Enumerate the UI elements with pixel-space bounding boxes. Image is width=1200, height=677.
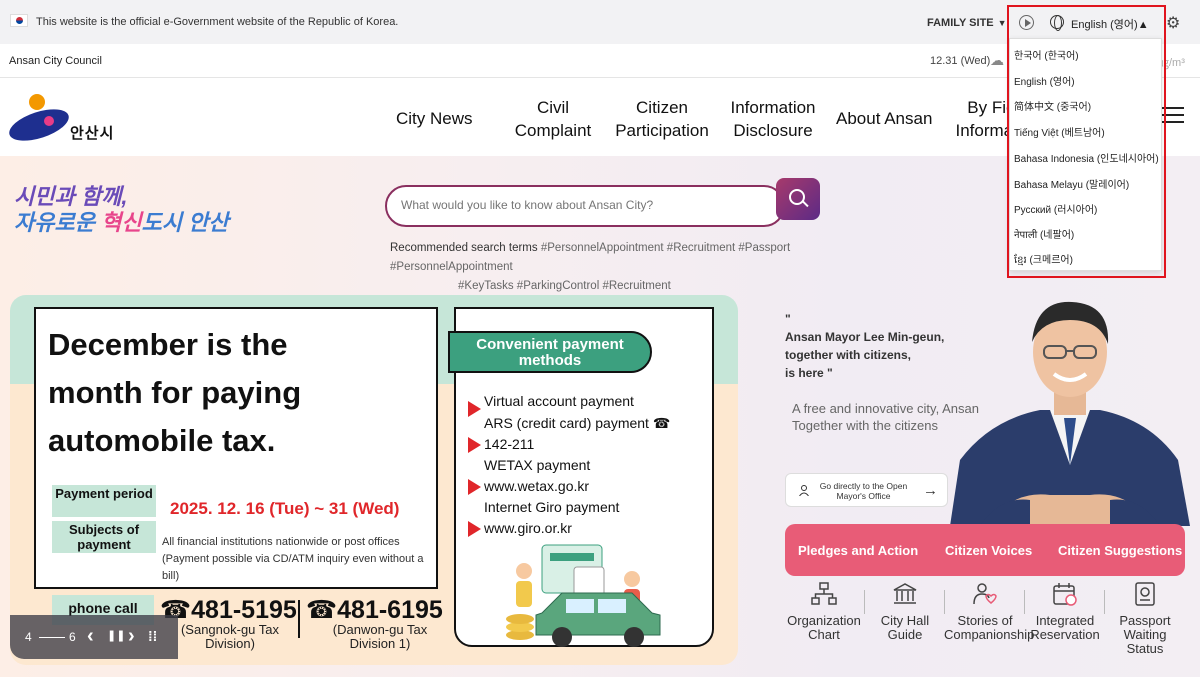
play-icon[interactable] — [1019, 15, 1034, 30]
grid-icon[interactable]: ⁞⁞ — [148, 628, 157, 644]
banner-slider-controls: 4 6 ‹ ❚❚ › ⁞⁞ — [10, 615, 178, 659]
arrow-right-icon: → — [923, 482, 938, 499]
method-item: Virtual account payment — [484, 393, 634, 409]
recommended-label: Recommended search terms — [390, 242, 538, 254]
language-option-korean[interactable]: 한국어 (한국어) — [1014, 47, 1079, 62]
search-button[interactable] — [776, 178, 820, 220]
companionship-icon — [973, 583, 997, 605]
quick-integrated-reservation[interactable]: Integrated Reservation — [1024, 582, 1106, 642]
main-banner[interactable]: December is the month for paying automob… — [10, 295, 738, 665]
org-chart-icon — [811, 582, 837, 605]
phone-2-division: (Danwon-gu Tax Division 1) — [332, 622, 428, 651]
language-option-malay[interactable]: Bahasa Melayu (말레이어) — [1014, 176, 1129, 191]
pause-icon[interactable]: ❚❚ — [107, 629, 125, 642]
ansan-logo[interactable]: 안산시 — [5, 92, 128, 147]
method-item: WETAX payment — [484, 457, 591, 473]
nav-civil-complaint[interactable]: Civil Complaint — [508, 96, 598, 142]
payment-period-label: Payment period — [52, 485, 156, 517]
language-option-nepali[interactable]: नेपाली (네팔어) — [1014, 226, 1074, 241]
method-item: Internet Giro payment — [484, 499, 620, 515]
next-slide-icon[interactable]: › — [128, 625, 135, 648]
search-input[interactable] — [401, 198, 761, 212]
city-slogan: 시민과 함께, 자유로운 혁신도시 안산 — [14, 184, 229, 235]
phone-number-2: ☎481-6195 — [306, 596, 443, 624]
banner-title: December is the month for paying automob… — [48, 327, 302, 458]
pledge-bar: Pledges and Action Citizen Voices Citize… — [785, 524, 1185, 576]
phone-number-1: ☎481-5195 — [160, 596, 297, 624]
nav-citizen-participation[interactable]: Citizen Participation — [612, 96, 712, 142]
nav-about-ansan[interactable]: About Ansan — [836, 107, 932, 130]
menu-icon[interactable] — [1160, 107, 1184, 123]
search-box — [385, 185, 785, 227]
quick-city-hall-guide[interactable]: City Hall Guide — [864, 582, 946, 642]
subjects-note: All financial institutions nationwide or… — [162, 536, 424, 582]
quick-stories-of-companionship[interactable]: Stories of Companionship — [944, 582, 1034, 642]
recommended-search: Recommended search terms #PersonnelAppoi… — [390, 239, 830, 296]
red-triangle-icon — [468, 479, 481, 495]
method-item: ARS (credit card) payment ☎ — [484, 415, 671, 431]
payment-period-value: 2025. 12. 16 (Tue) ~ 31 (Wed) — [170, 499, 400, 518]
nav-information-disclosure[interactable]: Information Disclosure — [724, 96, 822, 142]
payment-methods-title: Convenient payment methods — [448, 331, 652, 373]
calendar-icon — [1053, 583, 1077, 606]
chevron-down-icon: ▼ — [997, 18, 1007, 28]
prev-slide-icon[interactable]: ‹ — [87, 625, 94, 648]
mayor-quote: " Ansan Mayor Lee Min-geun, together wit… — [785, 312, 945, 380]
language-option-khmer[interactable]: ខ្មែរ (크메르어) — [1014, 251, 1073, 268]
language-option-chinese[interactable]: 简体中文 (중국어) — [1014, 98, 1091, 113]
language-option-english[interactable]: English (영어) — [1014, 73, 1075, 88]
gear-icon[interactable]: ⚙ — [1166, 13, 1180, 33]
gov-notice-text: This website is the official e-Governmen… — [36, 16, 399, 28]
subjects-label: Subjects of payment — [52, 521, 156, 553]
language-option-russian[interactable]: Русский (러시아어) — [1014, 201, 1097, 216]
phone-divider — [298, 600, 300, 638]
open-mayor-office-button[interactable]: Go directly to the Open Mayor's Office → — [785, 473, 948, 507]
quick-passport-waiting-status[interactable]: Passport Waiting Status — [1104, 582, 1186, 656]
language-dropdown: 한국어 (한국어) English (영어) 简体中文 (중국어) Tiếng … — [1009, 38, 1162, 271]
slide-current: 4 — [25, 630, 32, 644]
method-item: www.wetax.go.kr — [484, 478, 590, 494]
globe-icon — [1050, 15, 1064, 31]
korea-flag-icon — [10, 14, 28, 27]
language-select-button[interactable]: English (영어)▲ — [1071, 16, 1149, 32]
pledges-and-action-link[interactable]: Pledges and Action — [798, 543, 918, 558]
passport-icon — [1135, 582, 1155, 606]
family-site-button[interactable]: FAMILY SITE ▼ — [927, 17, 1007, 29]
city-hall-icon — [893, 583, 917, 604]
slide-total: 6 — [69, 630, 76, 644]
quick-organization-chart[interactable]: Organization Chart — [783, 582, 865, 642]
weather-date: 12.31 (Wed) — [930, 55, 991, 67]
red-triangle-icon — [468, 401, 481, 417]
chevron-up-icon: ▲ — [1137, 19, 1149, 31]
citizen-suggestions-link[interactable]: Citizen Suggestions — [1058, 543, 1182, 558]
person-icon — [799, 485, 809, 496]
method-item: 142-211 — [484, 436, 535, 452]
council-link[interactable]: Ansan City Council — [9, 55, 102, 67]
language-option-indonesian[interactable]: Bahasa Indonesia (인도네시아어) — [1014, 150, 1159, 165]
dust-unit: ㎍/m³ — [1158, 57, 1185, 69]
cloud-icon: ☁ — [990, 52, 1004, 68]
nav-city-news[interactable]: City News — [396, 107, 473, 130]
phone-1-division: (Sangnok-gu Tax Division) — [180, 622, 280, 651]
tag-list-row2[interactable]: #KeyTasks #ParkingControl #Recruitment — [458, 280, 671, 292]
mayor-photo — [950, 301, 1190, 526]
method-item: www.giro.or.kr — [484, 520, 572, 536]
citizen-voices-link[interactable]: Citizen Voices — [945, 543, 1032, 558]
red-triangle-icon — [468, 521, 481, 537]
red-triangle-icon — [468, 437, 481, 453]
language-option-vietnamese[interactable]: Tiếng Việt (베트남어) — [1014, 124, 1105, 139]
tax-notice-card: December is the month for paying automob… — [34, 307, 438, 589]
car-payment-illustration — [506, 544, 661, 647]
